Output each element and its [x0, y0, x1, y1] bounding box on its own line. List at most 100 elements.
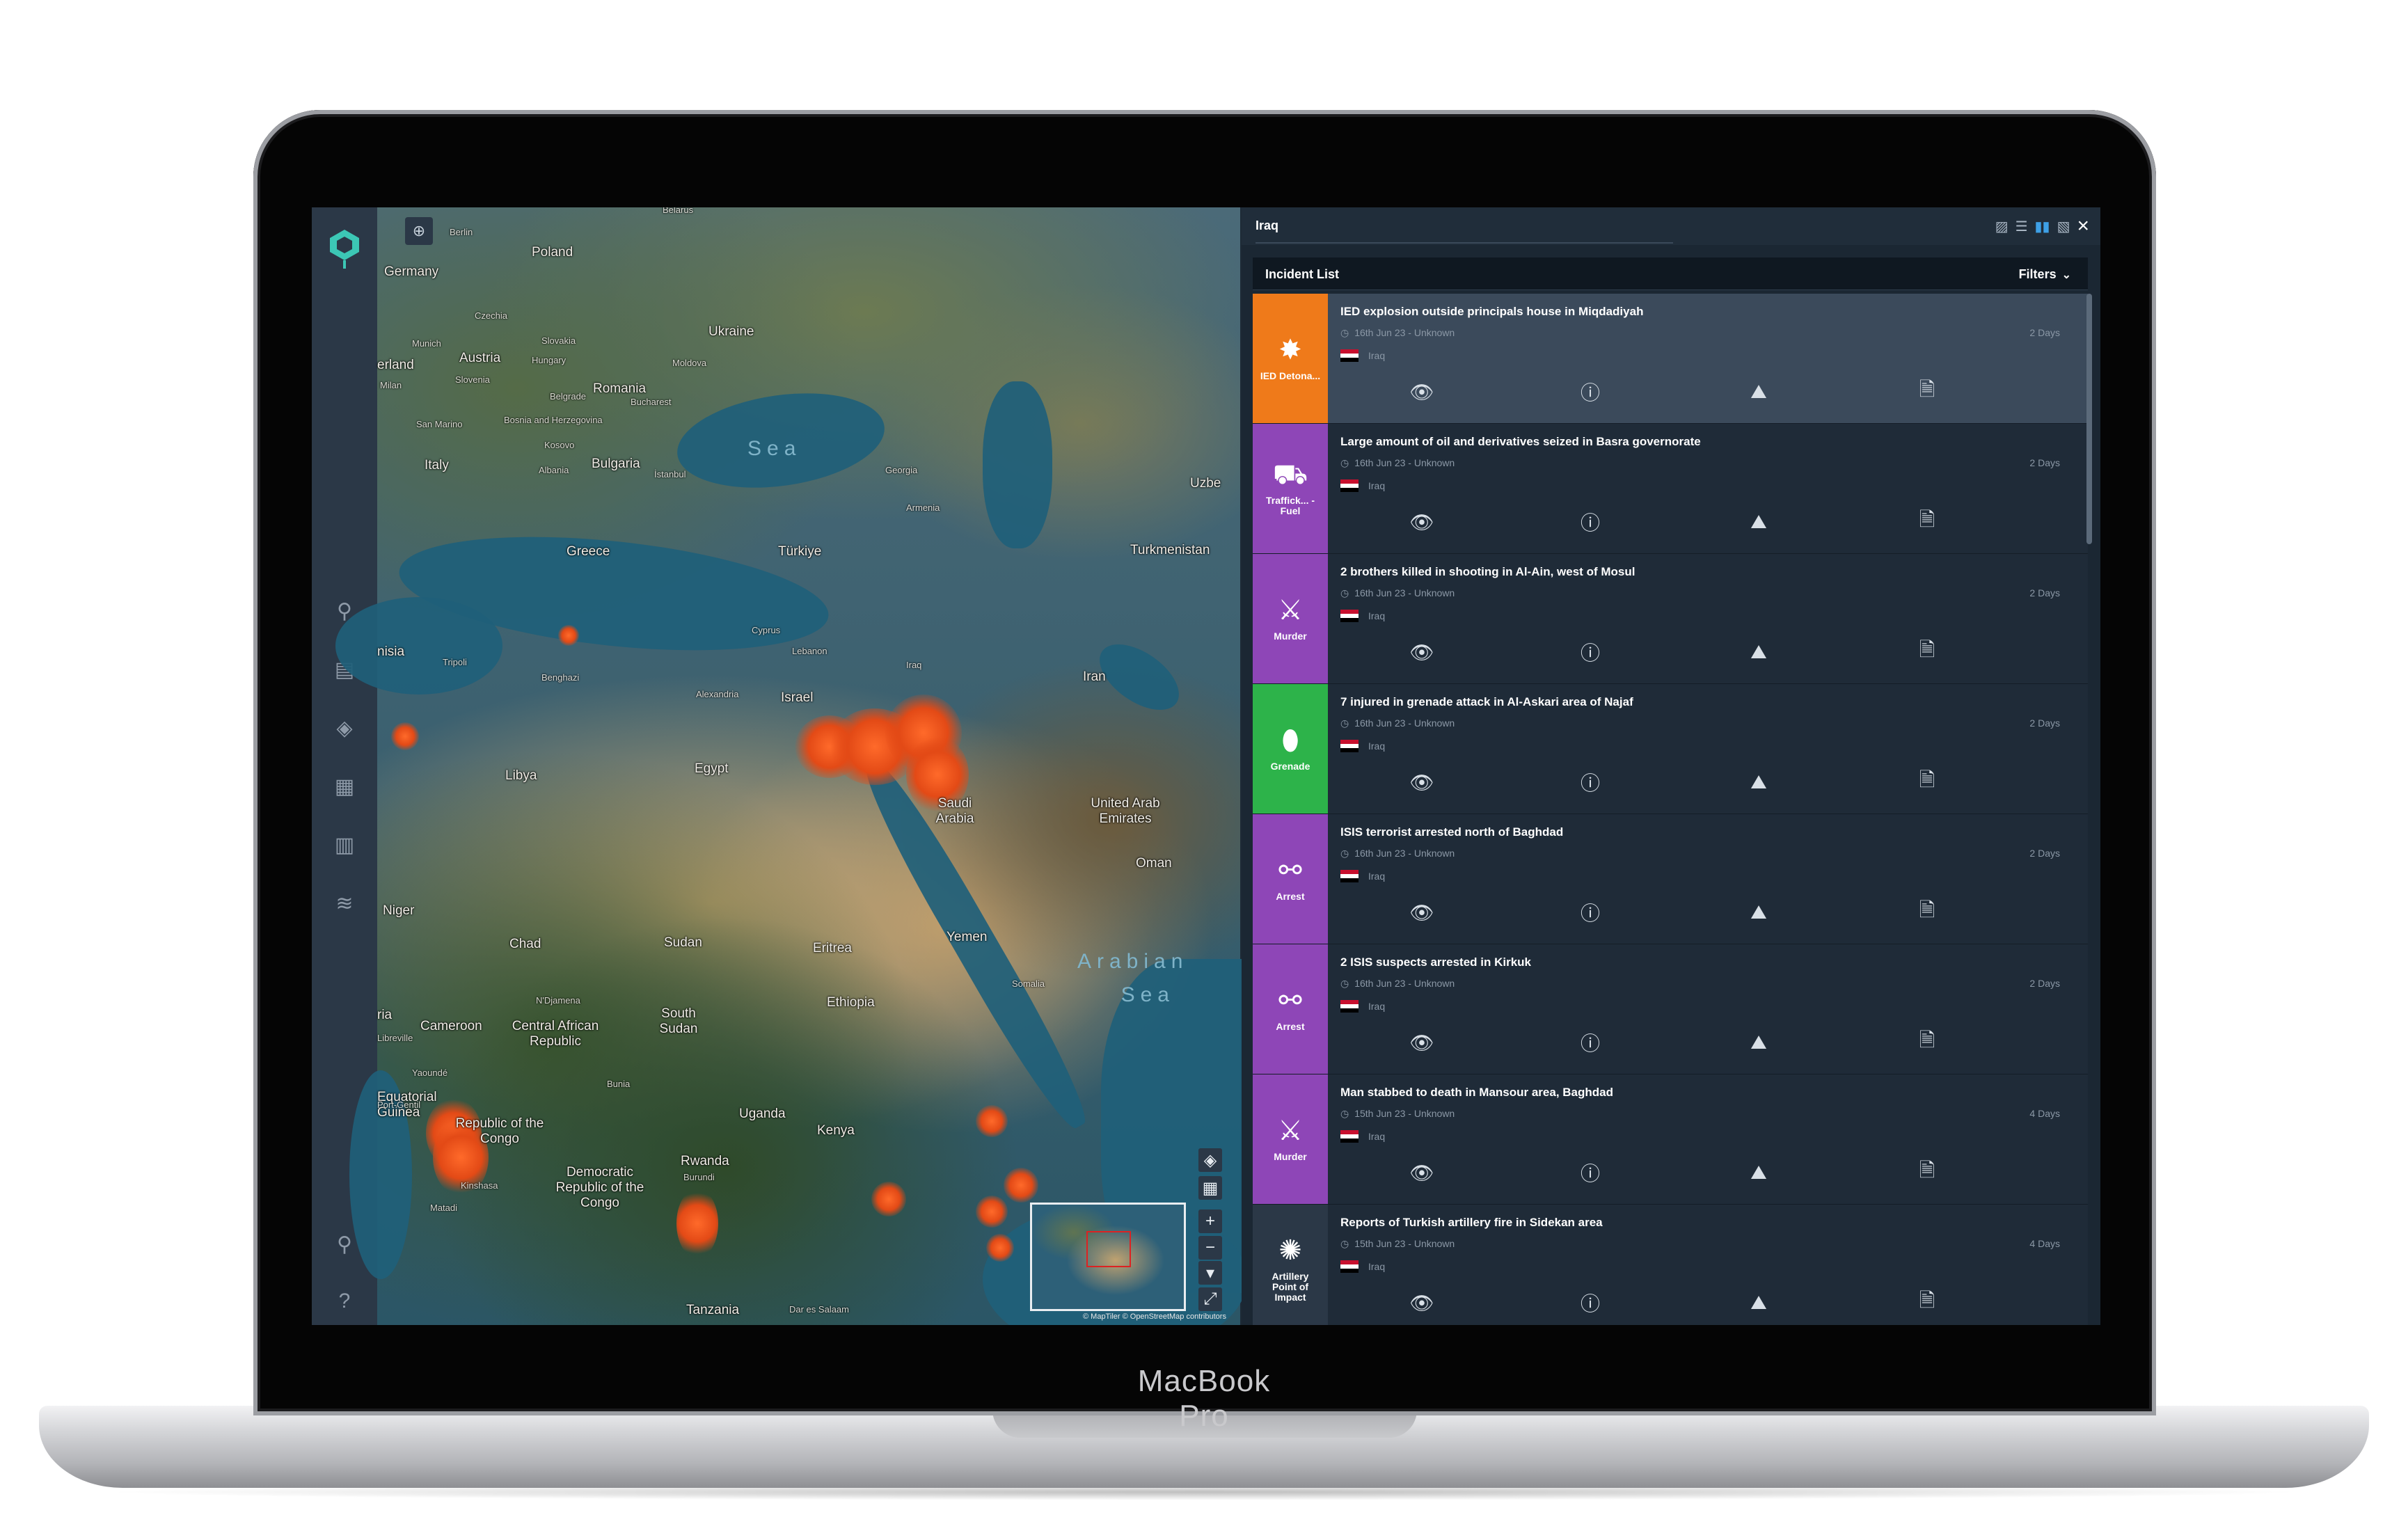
expand-view-icon[interactable]: ▧ [2057, 218, 2070, 235]
report-icon[interactable]: 🗎 [1911, 1287, 1943, 1319]
report-icon[interactable]: 🗎 [1911, 896, 1943, 928]
incident-title[interactable]: ISIS terrorist arrested north of Baghdad [1340, 825, 1563, 839]
map-label-poland: Poland [532, 245, 573, 260]
zoom-in-button[interactable]: + [1198, 1209, 1222, 1233]
incident-heatspot[interactable] [871, 1182, 906, 1216]
map-label-black-sea: Sea [747, 437, 802, 460]
incident-title[interactable]: Reports of Turkish artillery fire in Sid… [1340, 1216, 1603, 1230]
layers-toggle-button[interactable]: ◈ [1198, 1148, 1222, 1172]
map-locate-icon[interactable]: ⛰ [1743, 636, 1775, 668]
map-label-kenya: Kenya [817, 1123, 855, 1138]
incident-date: ◷ 16th Jun 23 - Unknown [1340, 587, 1455, 599]
incident-row[interactable]: ✺ Artillery Point of Impact Reports of Tur… [1253, 1205, 2088, 1325]
fullscreen-button[interactable]: ⤢ [1198, 1287, 1222, 1311]
incident-heatspot[interactable] [558, 625, 579, 646]
grenade-icon: ⬮ [1281, 724, 1299, 756]
map-label-ukraine: Ukraine [708, 324, 754, 339]
info-icon[interactable]: ⓘ [1574, 1157, 1606, 1189]
user-location-icon[interactable]: ⚲ [331, 1230, 358, 1258]
zoom-out-button[interactable]: − [1198, 1236, 1222, 1260]
incident-heatspot[interactable] [986, 1234, 1014, 1262]
list-view-icon[interactable]: ☰ [2015, 218, 2028, 235]
map-search-zoom-button[interactable]: ⊕ [405, 217, 433, 245]
info-icon[interactable]: ⓘ [1574, 636, 1606, 668]
incident-heatspot[interactable] [976, 1196, 1008, 1228]
incident-panel: Iraq ▨ ☰ ▮▮ ▧ × Incident List Filters ⌄ ✸… [1242, 207, 2100, 1325]
incident-row[interactable]: ⚔ Murder Man stabbed to death in Mansour a… [1253, 1074, 2088, 1205]
incident-country: Iraq [1340, 740, 1385, 752]
info-icon[interactable]: ⓘ [1574, 376, 1606, 408]
incident-heatspot[interactable] [676, 1189, 718, 1258]
incident-list-scrollbar[interactable] [2086, 294, 2092, 544]
view-icon[interactable]: 👁 [1406, 1157, 1438, 1189]
layers-icon[interactable]: ◈ [331, 714, 358, 742]
report-icon[interactable]: 🗎 [1911, 376, 1943, 408]
map-label-bosnia: Bosnia and Herzegovina [504, 415, 603, 425]
incident-heatspot[interactable] [976, 1105, 1008, 1137]
map-locate-icon[interactable]: ⛰ [1743, 766, 1775, 798]
incident-row[interactable]: ⚯ Arrest ISIS terrorist arrested north of … [1253, 814, 2088, 944]
map-label-tanzania: Tanzania [686, 1303, 740, 1317]
info-icon[interactable]: ⓘ [1574, 766, 1606, 798]
incident-row[interactable]: ✸ IED Detona... IED explosion outside prin… [1253, 294, 2088, 424]
map-label-ria: ria [377, 1008, 393, 1022]
incident-age: 2 Days [2029, 587, 2060, 598]
close-icon[interactable]: × [2077, 214, 2089, 238]
report-icon[interactable]: 🗎 [1911, 1157, 1943, 1189]
incident-title[interactable]: 2 brothers killed in shooting in Al-Ain,… [1340, 565, 1635, 579]
view-icon[interactable]: 👁 [1406, 1026, 1438, 1058]
info-icon[interactable]: ⓘ [1574, 506, 1606, 538]
map-layers-stack-icon[interactable]: ≋ [331, 889, 358, 917]
map-style-button[interactable]: ▦ [1198, 1176, 1222, 1200]
reports-icon[interactable]: ▦ [331, 772, 358, 800]
map-label-belarus: Belarus [663, 207, 694, 215]
view-icon[interactable]: 👁 [1406, 376, 1438, 408]
map-view[interactable]: Belarus Poland Germany Berlin Ukraine Cz… [335, 207, 1282, 1325]
iraq-flag-icon [1340, 479, 1359, 492]
incident-title[interactable]: Man stabbed to death in Mansour area, Ba… [1340, 1086, 1613, 1100]
incident-row[interactable]: ⚯ Arrest 2 ISIS suspects arrested in Kirku… [1253, 944, 2088, 1074]
incident-actions: 👁 ⓘ ⛰ 🗎 [1406, 376, 2088, 408]
view-icon[interactable]: 👁 [1406, 766, 1438, 798]
report-icon[interactable]: 🗎 [1911, 636, 1943, 668]
incident-row[interactable]: ⚔ Murder 2 brothers killed in shooting in … [1253, 554, 2088, 684]
incident-country: Iraq [1340, 610, 1385, 622]
map-locate-icon[interactable]: ⛰ [1743, 1026, 1775, 1058]
help-icon[interactable]: ? [331, 1287, 358, 1315]
incident-date: ◷ 16th Jun 23 - Unknown [1340, 327, 1455, 339]
incident-title[interactable]: 7 injured in grenade attack in Al-Askari… [1340, 695, 1633, 709]
info-icon[interactable]: ⓘ [1574, 1026, 1606, 1058]
map-locate-icon[interactable]: ⛰ [1743, 506, 1775, 538]
overview-minimap[interactable] [1030, 1203, 1186, 1311]
incident-heatspot[interactable] [1004, 1168, 1038, 1203]
compass-button[interactable]: ▾ [1198, 1261, 1222, 1285]
minimap-viewport[interactable] [1086, 1231, 1131, 1267]
info-icon[interactable]: ⓘ [1574, 896, 1606, 928]
table-icon[interactable]: ▥ [331, 831, 358, 859]
incident-actions: 👁 ⓘ ⛰ 🗎 [1406, 766, 2088, 798]
map-locate-icon[interactable]: ⛰ [1743, 376, 1775, 408]
filters-button[interactable]: Filters ⌄ [2019, 267, 2071, 282]
incident-actions: 👁 ⓘ ⛰ 🗎 [1406, 506, 2088, 538]
incident-title[interactable]: 2 ISIS suspects arrested in Kirkuk [1340, 955, 1531, 969]
map-locate-icon[interactable]: ⛰ [1743, 896, 1775, 928]
report-icon[interactable]: 🗎 [1911, 766, 1943, 798]
map-locate-icon[interactable]: ⛰ [1743, 1157, 1775, 1189]
report-icon[interactable]: 🗎 [1911, 506, 1943, 538]
incident-title[interactable]: IED explosion outside principals house i… [1340, 305, 1643, 319]
map-view-icon[interactable]: ▨ [1995, 218, 2009, 235]
split-view-icon[interactable]: ▮▮ [2035, 218, 2050, 235]
incident-heatspot[interactable] [391, 722, 419, 750]
map-locate-icon[interactable]: ⛰ [1743, 1287, 1775, 1319]
truck-icon: ⛟ [1272, 459, 1308, 490]
incident-row[interactable]: ⛟ Traffick... - Fuel Large amount of oil a… [1253, 424, 2088, 554]
view-icon[interactable]: 👁 [1406, 896, 1438, 928]
view-icon[interactable]: 👁 [1406, 1287, 1438, 1319]
incident-title[interactable]: Large amount of oil and derivatives seiz… [1340, 435, 1701, 449]
view-icon[interactable]: 👁 [1406, 506, 1438, 538]
view-icon[interactable]: 👁 [1406, 636, 1438, 668]
incident-row[interactable]: ⬮ Grenade 7 injured in grenade attack in A… [1253, 684, 2088, 814]
info-icon[interactable]: ⓘ [1574, 1287, 1606, 1319]
report-icon[interactable]: 🗎 [1911, 1026, 1943, 1058]
map-label-iraq: Iraq [906, 660, 922, 670]
